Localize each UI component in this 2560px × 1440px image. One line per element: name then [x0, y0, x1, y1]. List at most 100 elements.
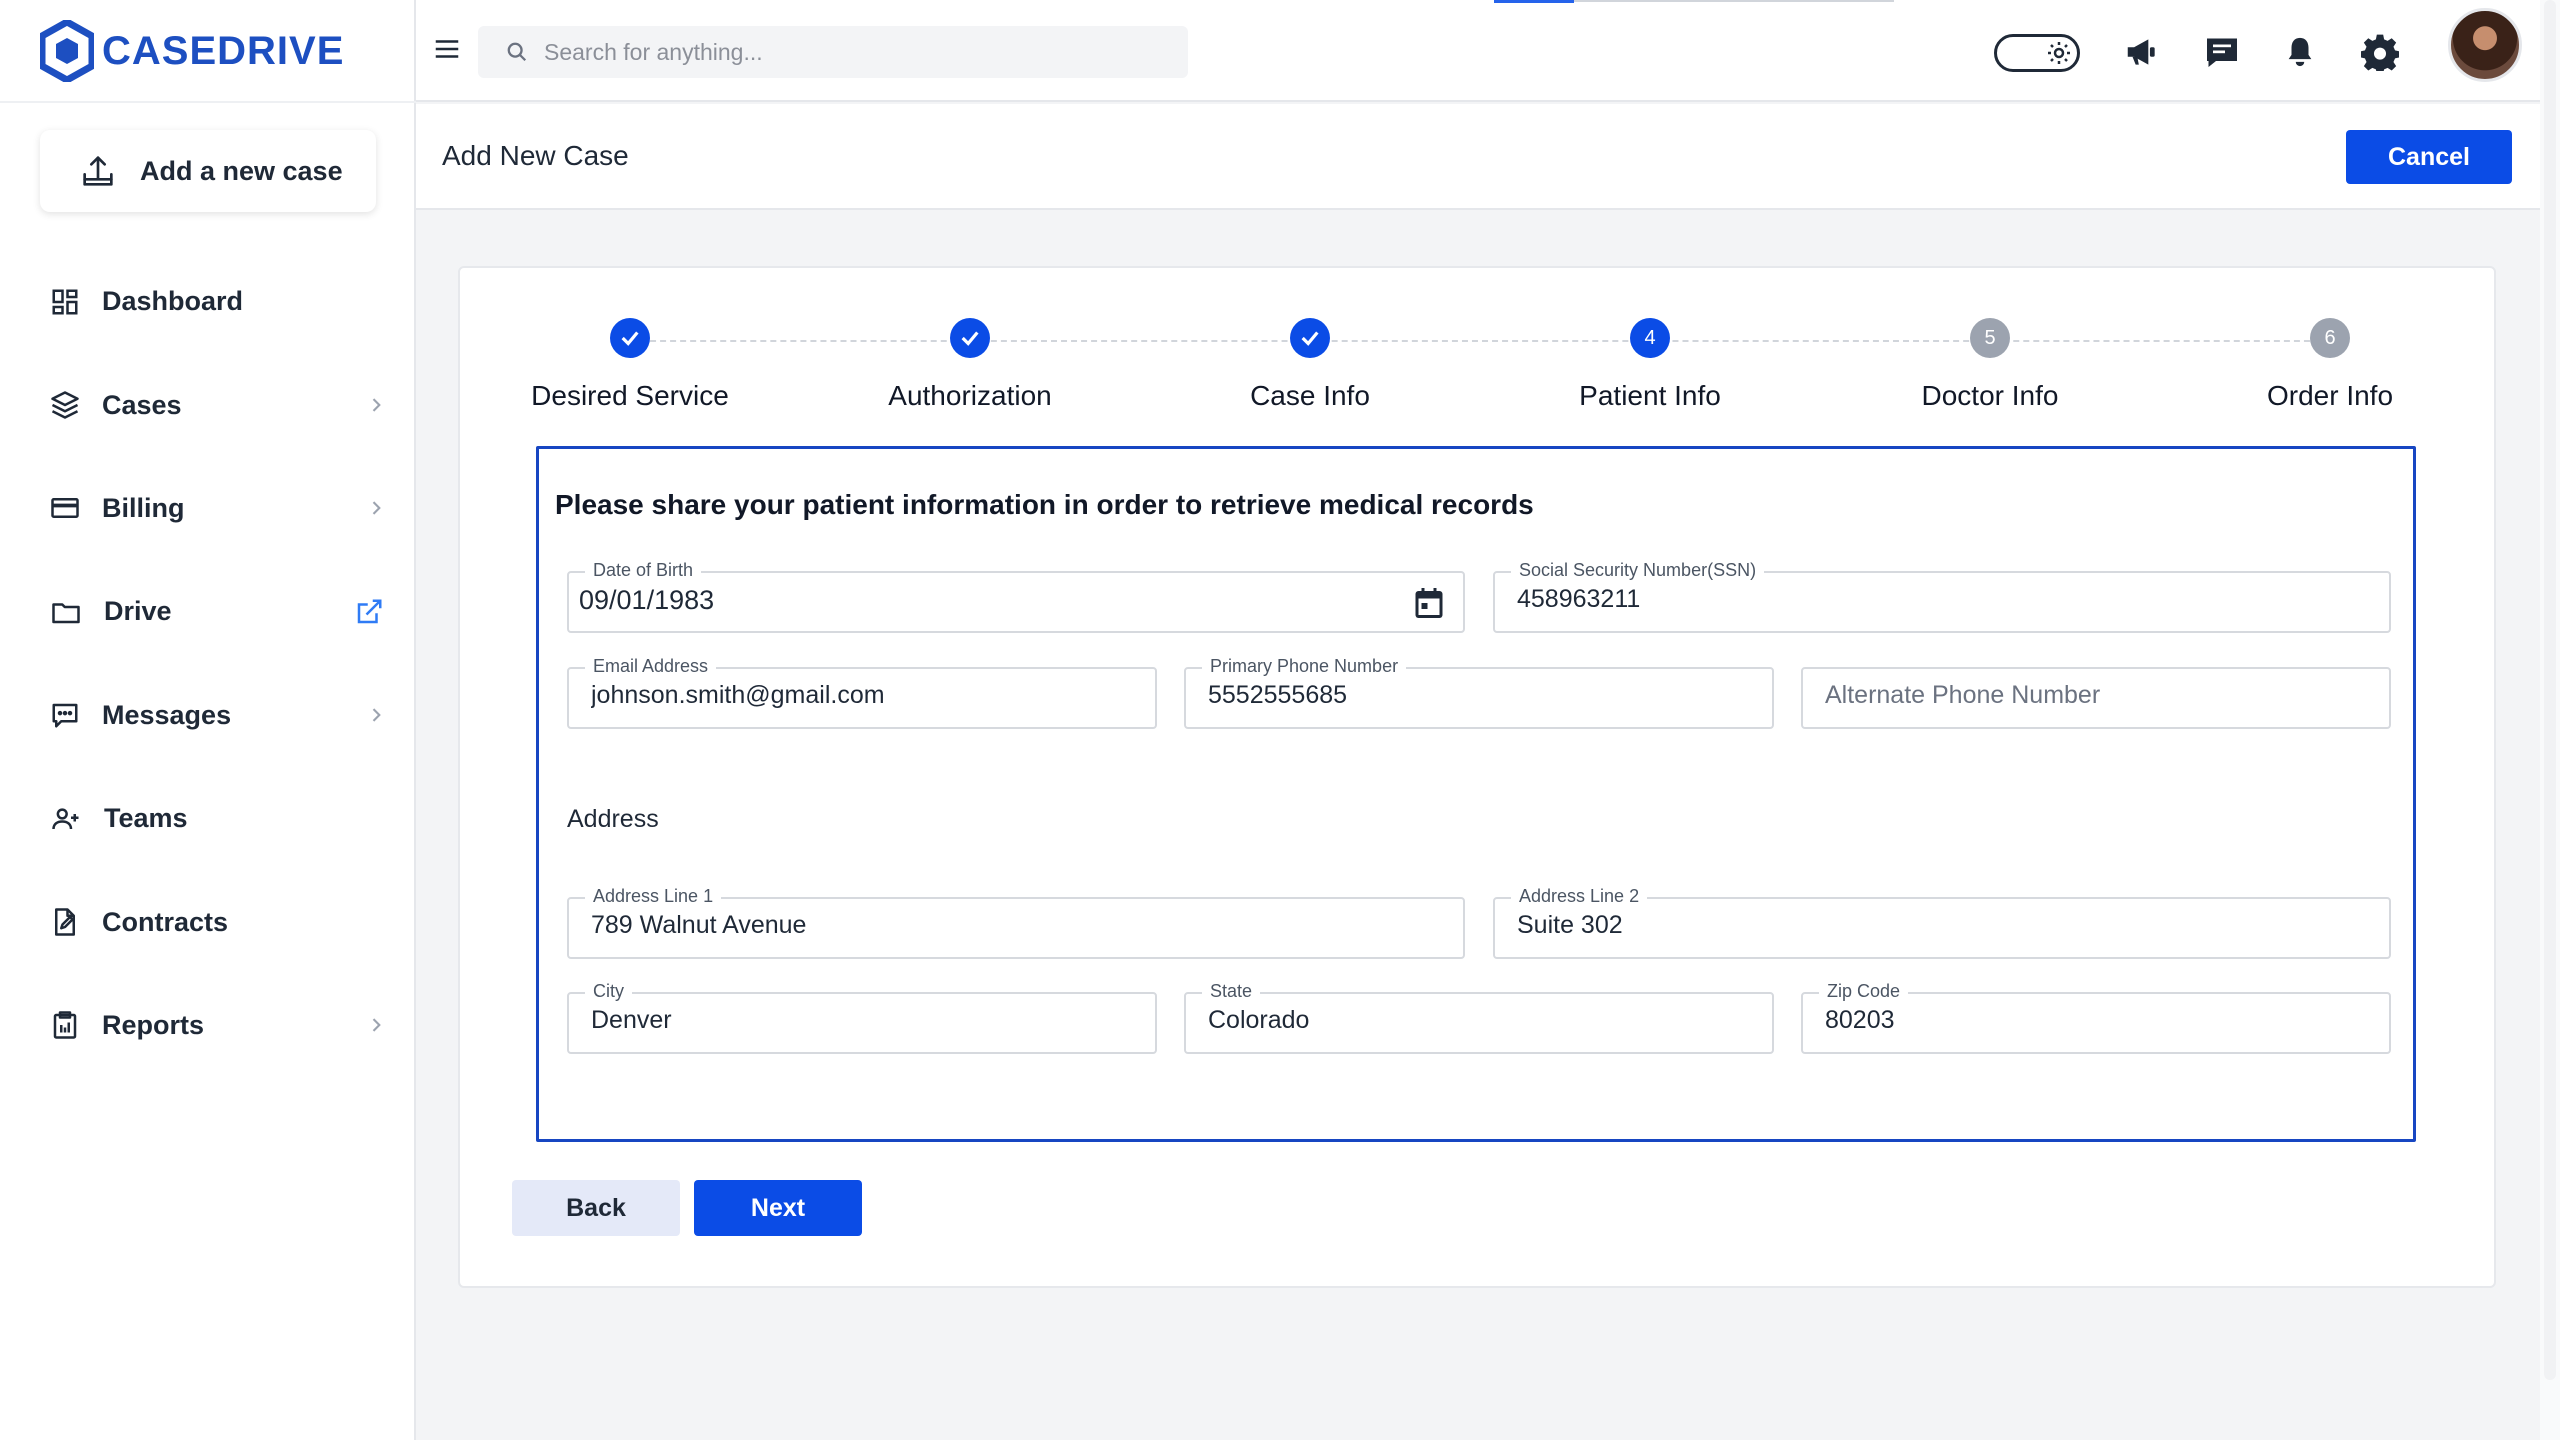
sidebar-item-label: Reports — [102, 1009, 205, 1040]
layers-icon — [51, 391, 79, 419]
chevron-right-icon — [372, 501, 381, 516]
primary-phone-input[interactable] — [1208, 681, 1704, 710]
add-new-case-label: Add a new case — [140, 155, 343, 186]
state-input[interactable] — [1208, 1006, 1704, 1035]
address-line2-field[interactable]: Address Line 2 — [1493, 886, 2391, 959]
user-avatar[interactable] — [2448, 8, 2522, 82]
page-scrollbar[interactable] — [2540, 0, 2560, 1440]
alternate-phone-field[interactable] — [1801, 667, 2391, 729]
ssn-input[interactable] — [1517, 585, 2321, 614]
field-label: State — [1202, 981, 1261, 1002]
back-button[interactable]: Back — [512, 1180, 680, 1236]
message-square-icon — [52, 704, 78, 728]
step-number: 5 — [1970, 318, 2010, 358]
chat-button[interactable] — [2202, 32, 2242, 72]
step-label: Case Info — [1250, 380, 1370, 411]
calendar-icon[interactable] — [1411, 585, 1447, 621]
step-doctor-info[interactable]: 5 Doctor Info — [1860, 318, 2120, 412]
add-case-card: Desired Service Authorization Case Info … — [458, 266, 2496, 1288]
page-title: Add New Case — [442, 140, 629, 171]
scrollbar-thumb[interactable] — [2544, 0, 2556, 1380]
sidebar-item-label: Messages — [102, 699, 232, 730]
search-bar — [478, 26, 1188, 78]
upload-icon — [83, 156, 113, 186]
folder-icon — [52, 603, 80, 624]
field-label: Address Line 2 — [1511, 886, 1648, 907]
gear-icon — [2361, 34, 2399, 71]
sidebar-item-billing[interactable]: Billing — [0, 457, 416, 560]
city-input[interactable] — [591, 1006, 1087, 1035]
field-label: Primary Phone Number — [1202, 656, 1407, 677]
state-field[interactable]: State — [1184, 981, 1774, 1054]
sidebar-item-label: Dashboard — [102, 286, 244, 317]
step-check-icon — [950, 318, 990, 358]
loading-track — [1574, 0, 1894, 2]
chevron-right-icon — [372, 398, 381, 412]
sidebar-item-label: Billing — [102, 492, 185, 523]
address-line2-input[interactable] — [1517, 911, 2321, 940]
step-order-info[interactable]: 6 Order Info — [2200, 318, 2460, 412]
sidebar-item-dashboard[interactable]: Dashboard — [0, 250, 416, 353]
field-label: Social Security Number(SSN) — [1511, 560, 1765, 581]
chat-icon — [2207, 38, 2237, 67]
external-link-icon[interactable] — [354, 597, 384, 627]
step-case-info[interactable]: Case Info — [1180, 318, 1440, 412]
bell-icon — [2288, 37, 2312, 67]
loading-indicator — [1494, 0, 1574, 3]
settings-button[interactable] — [2360, 32, 2400, 72]
step-desired-service[interactable]: Desired Service — [500, 318, 760, 412]
step-patient-info[interactable]: 4 Patient Info — [1520, 318, 1780, 412]
alternate-phone-input[interactable] — [1825, 681, 2321, 710]
step-label: Patient Info — [1579, 380, 1721, 411]
cancel-button[interactable]: Cancel — [2346, 130, 2512, 184]
sidebar-item-messages[interactable]: Messages — [0, 664, 416, 767]
announcements-button[interactable] — [2122, 32, 2162, 72]
step-authorization[interactable]: Authorization — [840, 318, 1100, 412]
theme-toggle[interactable] — [1994, 34, 2080, 72]
sidebar-item-label: Contracts — [102, 906, 229, 937]
add-new-case-button[interactable]: Add a new case — [40, 130, 376, 212]
credit-card-icon — [51, 498, 79, 519]
sidebar: CASEDRIVE Add a new case Dashboard Cases… — [0, 0, 416, 1440]
step-label: Doctor Info — [1921, 380, 2059, 411]
hamburger-menu-icon[interactable] — [432, 34, 462, 64]
field-label: Address Line 1 — [585, 886, 722, 907]
patient-info-form: Please share your patient information in… — [536, 446, 2416, 1142]
sidebar-nav: Dashboard Cases Billing Drive Messages T… — [0, 250, 416, 1077]
sidebar-item-label: Cases — [102, 389, 182, 420]
step-label: Desired Service — [531, 380, 729, 411]
step-label: Authorization — [888, 380, 1052, 411]
step-number: 4 — [1630, 318, 1670, 358]
address-line1-input[interactable] — [591, 911, 1395, 940]
address-line1-field[interactable]: Address Line 1 — [567, 886, 1465, 959]
clipboard-icon — [53, 1011, 77, 1040]
next-button[interactable]: Next — [694, 1180, 862, 1236]
step-label: Order Info — [2266, 380, 2394, 411]
sidebar-item-cases[interactable]: Cases — [0, 353, 416, 456]
search-input[interactable] — [544, 38, 1144, 66]
sidebar-item-contracts[interactable]: Contracts — [0, 870, 416, 973]
zip-code-input[interactable] — [1825, 1006, 2321, 1035]
sidebar-item-drive[interactable]: Drive — [0, 560, 416, 663]
file-edit-icon — [55, 908, 75, 936]
dob-input[interactable] — [579, 585, 1383, 616]
step-check-icon — [610, 318, 650, 358]
page-header: Add New Case Cancel — [416, 104, 2540, 210]
field-label: Date of Birth — [585, 560, 702, 581]
app-logo[interactable]: CASEDRIVE — [40, 18, 344, 84]
sidebar-item-reports[interactable]: Reports — [0, 974, 416, 1077]
primary-phone-field[interactable]: Primary Phone Number — [1184, 656, 1774, 729]
app-name: CASEDRIVE — [102, 28, 345, 73]
chevron-right-icon — [372, 708, 381, 722]
field-label: Email Address — [585, 656, 717, 677]
ssn-field[interactable]: Social Security Number(SSN) — [1493, 560, 2391, 633]
zip-code-field[interactable]: Zip Code — [1801, 981, 2391, 1054]
email-field[interactable]: Email Address — [567, 656, 1157, 729]
city-field[interactable]: City — [567, 981, 1157, 1054]
email-input[interactable] — [591, 681, 1087, 710]
sidebar-divider — [0, 101, 416, 103]
dob-field[interactable]: Date of Birth — [567, 560, 1465, 633]
top-bar — [416, 0, 2540, 102]
notifications-button[interactable] — [2280, 32, 2320, 72]
sidebar-item-teams[interactable]: Teams — [0, 767, 416, 870]
